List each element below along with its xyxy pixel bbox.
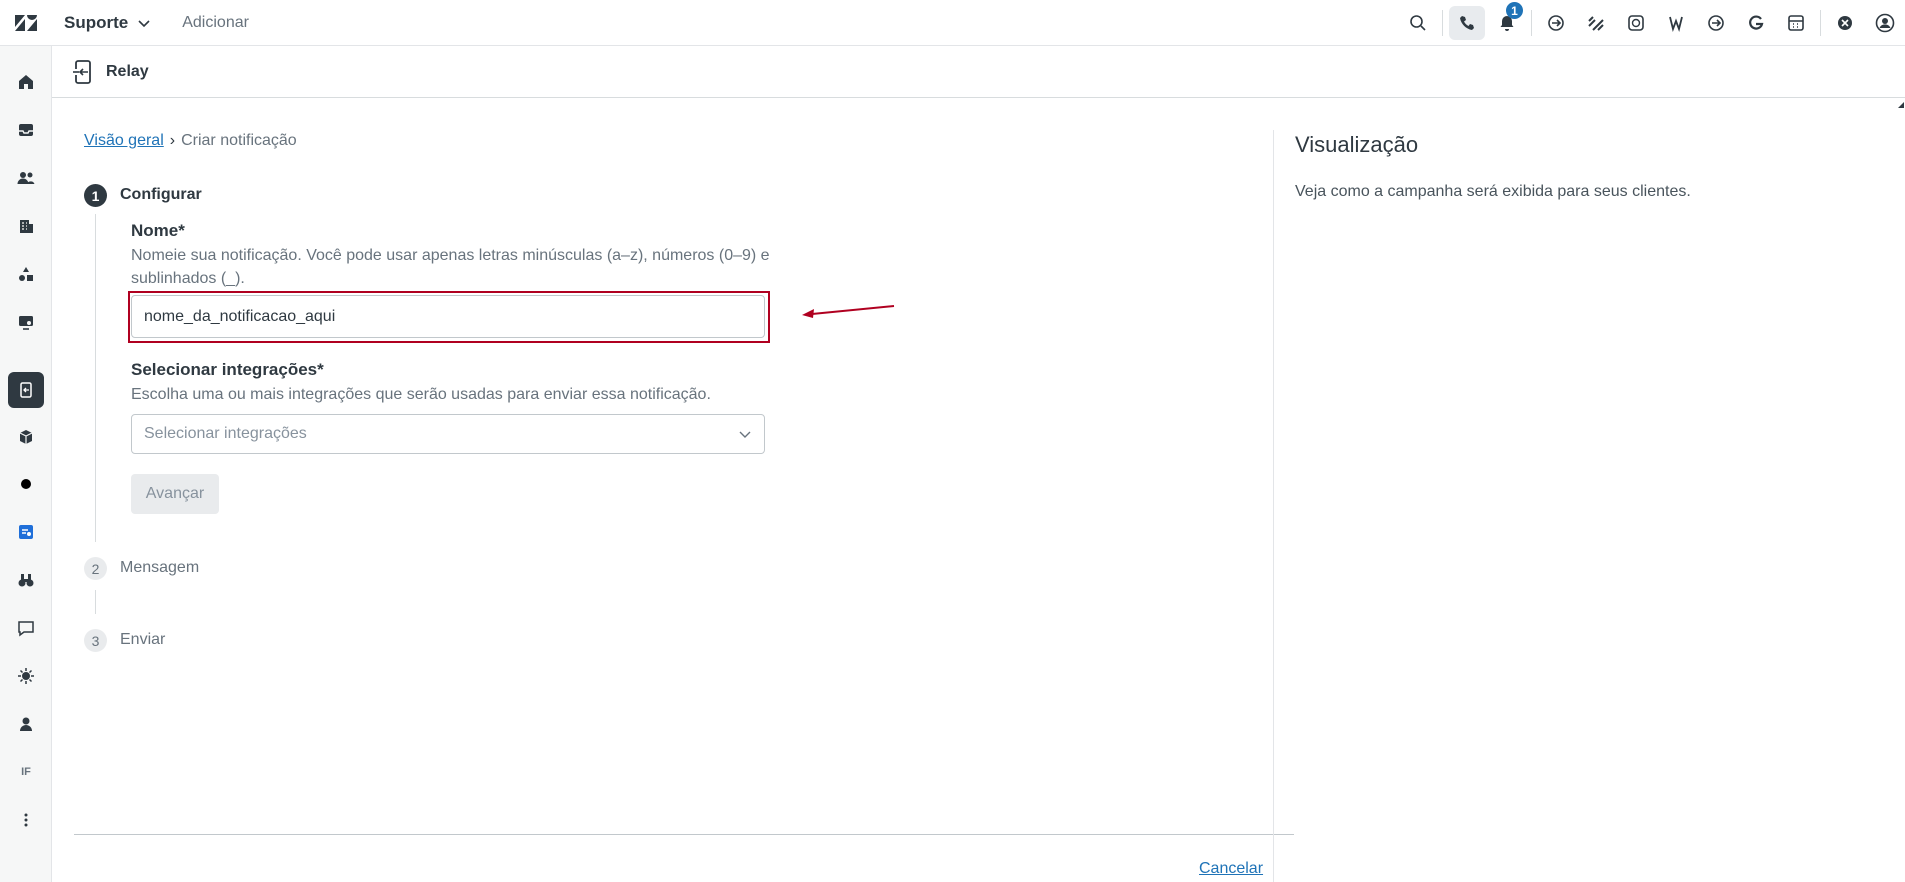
notification-name-input[interactable]: nome_da_notificacao_aqui (131, 295, 765, 338)
search-icon[interactable] (1398, 0, 1438, 46)
name-label: Nome* (131, 221, 185, 240)
more-apps-icon[interactable] (8, 802, 44, 838)
main-content: Visão geral › Criar notificação 1 Config… (52, 98, 1905, 882)
breadcrumb-current: Criar notificação (181, 132, 297, 149)
app-arrow-icon[interactable] (1536, 0, 1576, 46)
notification-name-value: nome_da_notificacao_aqui (144, 307, 336, 325)
breadcrumb-separator: › (169, 132, 176, 149)
footer-divider (74, 834, 1294, 835)
zendesk-logo-icon[interactable] (0, 0, 52, 46)
product-switcher[interactable]: Suporte (64, 13, 152, 33)
calculator-icon[interactable] (1776, 0, 1816, 46)
integrations-select[interactable]: Selecionar integrações (131, 414, 765, 454)
integrations-placeholder: Selecionar integrações (144, 425, 307, 442)
blue-app-icon[interactable] (8, 514, 44, 550)
add-button[interactable]: Adicionar (182, 14, 249, 32)
name-hint: Nomeie sua notificação. Você pode usar a… (131, 247, 770, 287)
chevron-down-icon (138, 19, 150, 27)
avatar[interactable] (1865, 0, 1905, 46)
advance-button[interactable]: Avançar (131, 474, 219, 514)
organizations-icon[interactable] (8, 208, 44, 244)
bell-icon[interactable]: 1 (1487, 0, 1527, 46)
app-w-icon[interactable] (1656, 0, 1696, 46)
breadcrumb: Visão geral › Criar notificação (84, 132, 297, 150)
phone-icon[interactable] (1449, 6, 1485, 40)
app-g-icon[interactable] (1736, 0, 1776, 46)
customers-icon[interactable] (8, 160, 44, 196)
if-app-icon[interactable]: IF (8, 754, 44, 790)
scrollbar[interactable] (1897, 98, 1905, 882)
admin-monitor-icon[interactable] (8, 304, 44, 340)
step-connector (95, 214, 96, 542)
top-bar: Suporte Adicionar 1 (0, 0, 1905, 46)
product-name: Suporte (64, 12, 129, 32)
left-navigation: IF (0, 46, 52, 882)
breadcrumb-overview-link[interactable]: Visão geral (84, 132, 164, 150)
if-app-label: IF (21, 766, 31, 778)
step-1-label: Configurar (120, 186, 202, 203)
relay-app-icon[interactable] (8, 372, 44, 408)
sun-app-icon[interactable] (8, 658, 44, 694)
step-connector (95, 590, 96, 614)
notification-badge: 1 (1506, 2, 1523, 19)
integrations-hint: Escolha uma ou mais integrações que serã… (131, 386, 711, 403)
step-3-number: 3 (84, 629, 107, 652)
chat-icon[interactable] (8, 610, 44, 646)
preview-title: Visualização (1295, 132, 1419, 157)
cancel-link[interactable]: Cancelar (1199, 860, 1263, 878)
close-app-icon[interactable] (1825, 0, 1865, 46)
agent-icon[interactable] (8, 706, 44, 742)
app-header: Relay (52, 46, 1905, 98)
panel-divider (1273, 130, 1274, 882)
integrations-label: Selecionar integrações* (131, 360, 324, 379)
step-3-label: Enviar (120, 631, 166, 648)
app-whatsapp-icon[interactable] (1616, 0, 1656, 46)
app-arrow-icon-2[interactable] (1696, 0, 1736, 46)
step-2-label: Mensagem (120, 559, 200, 576)
annotation-arrow (802, 305, 895, 318)
chevron-down-icon (739, 431, 751, 438)
step-1-number: 1 (84, 184, 107, 207)
shapes-icon[interactable] (8, 256, 44, 292)
app-stripes-icon[interactable] (1576, 0, 1616, 46)
dot-app-icon[interactable] (8, 466, 44, 502)
preview-description: Veja como a campanha será exibida para s… (1295, 183, 1691, 200)
binoculars-icon[interactable] (8, 562, 44, 598)
package-icon[interactable] (8, 419, 44, 455)
views-inbox-icon[interactable] (8, 112, 44, 148)
relay-app-icon (72, 59, 91, 84)
step-2-number: 2 (84, 557, 107, 580)
app-title: Relay (106, 62, 149, 80)
home-icon[interactable] (8, 64, 44, 100)
